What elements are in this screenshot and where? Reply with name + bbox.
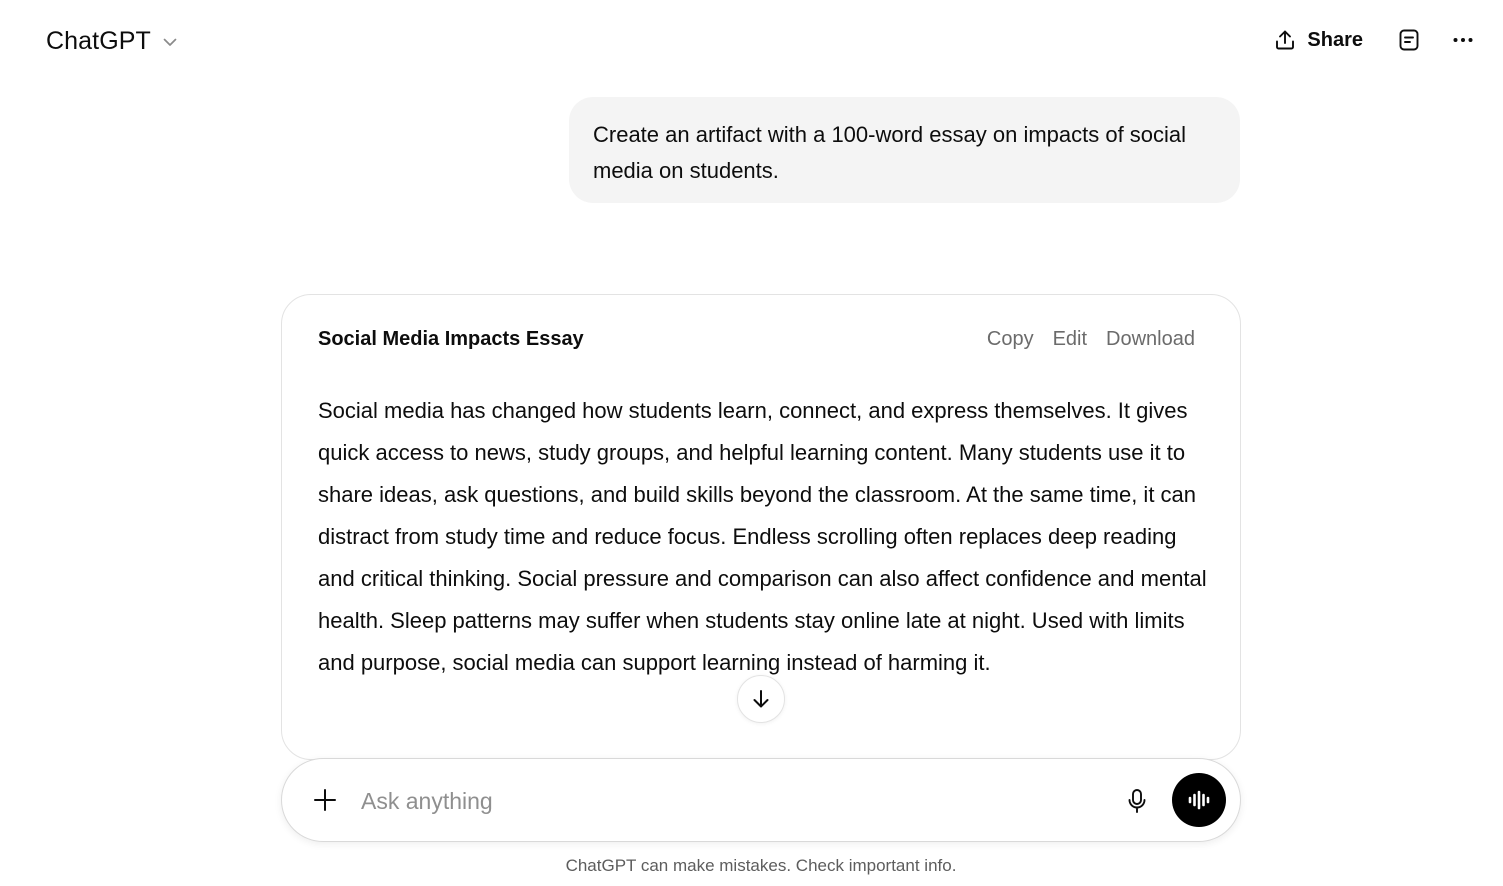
more-options-button[interactable]: [1445, 22, 1481, 58]
edit-button[interactable]: Edit: [1053, 328, 1087, 351]
download-button[interactable]: Download: [1106, 328, 1195, 351]
voice-waveform-icon: [1186, 787, 1212, 813]
composer: [281, 758, 1241, 842]
app-title: ChatGPT: [46, 26, 151, 55]
model-selector[interactable]: ChatGPT: [46, 24, 179, 58]
copy-button[interactable]: Copy: [987, 328, 1034, 351]
artifact-content: Social media has changed how students le…: [318, 398, 1207, 675]
chevron-down-icon: [161, 33, 179, 51]
artifact-actions: Copy Edit Download: [987, 328, 1195, 351]
header-actions: Share: [1267, 22, 1481, 58]
plus-icon: [312, 787, 338, 813]
chat-page: ChatGPT Share Create an artifact with a …: [0, 0, 1503, 886]
scroll-to-bottom-button[interactable]: [737, 675, 785, 723]
microphone-icon: [1125, 788, 1149, 814]
arrow-down-icon: [749, 687, 773, 711]
prompt-input[interactable]: [361, 781, 1101, 821]
more-horizontal-icon: [1451, 28, 1475, 52]
upload-icon: [1273, 28, 1297, 52]
user-message: Create an artifact with a 100-word essay…: [569, 97, 1240, 203]
document-icon: [1397, 28, 1421, 52]
canvas-button[interactable]: [1391, 22, 1427, 58]
add-attachment-button[interactable]: [304, 779, 346, 821]
disclaimer: ChatGPT can make mistakes. Check importa…: [565, 856, 957, 875]
voice-mode-button[interactable]: [1172, 773, 1226, 827]
share-button[interactable]: Share: [1267, 28, 1369, 52]
share-label: Share: [1307, 28, 1363, 51]
artifact-title: Social Media Impacts Essay: [318, 328, 584, 350]
dictate-button[interactable]: [1116, 780, 1158, 822]
